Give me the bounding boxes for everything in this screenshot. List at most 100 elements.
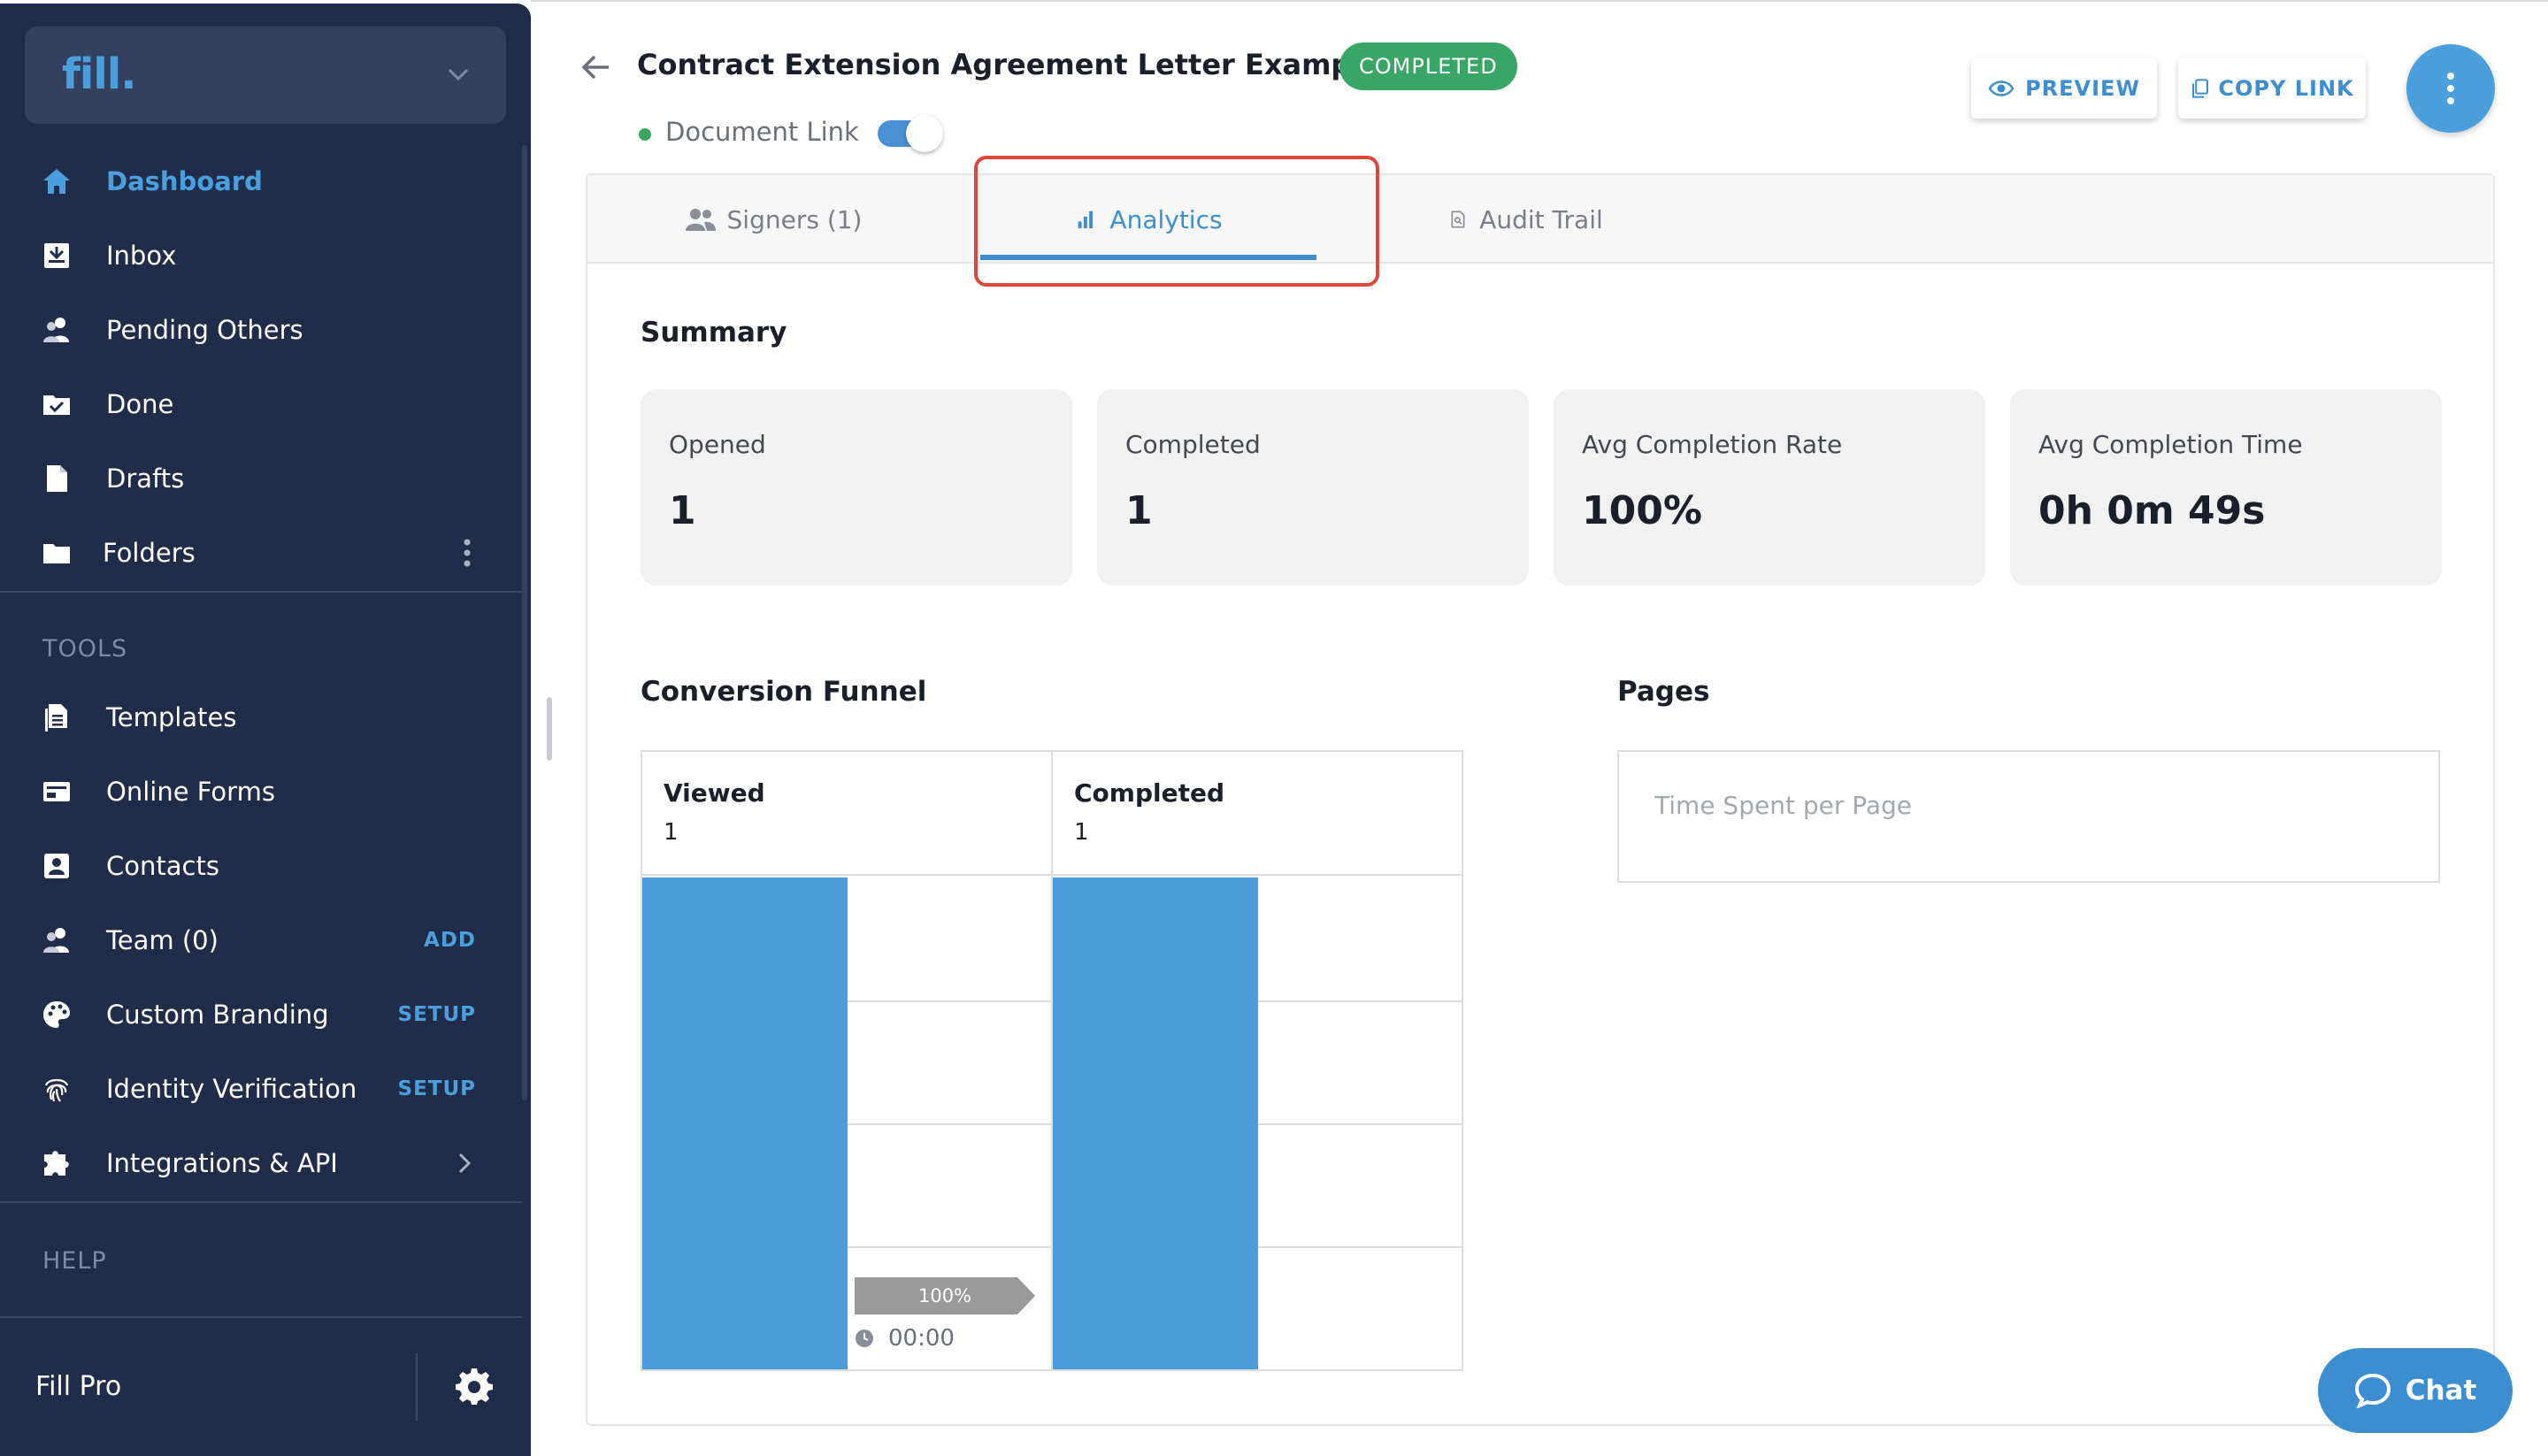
- stat-card-opened: Opened 1: [641, 389, 1072, 586]
- stat-value: 100%: [1582, 488, 1702, 533]
- sidebar-item-label: Pending Others: [106, 315, 303, 345]
- conversion-rate-tag: 100%: [855, 1277, 1035, 1314]
- sidebar-item-label: Dashboard: [106, 166, 263, 196]
- sidebar-item-integrations[interactable]: Integrations & API: [0, 1132, 522, 1194]
- time-per-page-panel: Time Spent per Page: [1617, 750, 2440, 883]
- stat-value: 1: [669, 488, 696, 533]
- sidebar-item-label: Identity Verification: [106, 1074, 357, 1104]
- sidebar-item-label: Drafts: [106, 464, 185, 494]
- sidebar-resize-handle[interactable]: [547, 697, 552, 761]
- form-icon: [43, 782, 70, 801]
- home-icon: [43, 169, 70, 194]
- sidebar-item-templates[interactable]: Templates: [0, 686, 522, 748]
- folder-icon: [43, 544, 70, 563]
- stat-card-avg-completion-rate: Avg Completion Rate 100%: [1554, 389, 1985, 586]
- summary-title: Summary: [641, 317, 787, 349]
- copy-link-label: COPY LINK: [2218, 76, 2354, 101]
- conversion-funnel-chart: Viewed 1 Completed 1: [641, 750, 1463, 1371]
- sidebar-item-label: Custom Branding: [106, 1000, 329, 1030]
- tools-heading: TOOLS: [42, 635, 128, 663]
- top-border: [531, 0, 2548, 2]
- more-vertical-icon: [2447, 73, 2454, 104]
- sidebar-divider: [0, 591, 522, 593]
- stat-label: Avg Completion Time: [2038, 430, 2303, 459]
- chevron-right-icon: [458, 1153, 472, 1174]
- sidebar-item-folders[interactable]: Folders: [0, 522, 522, 584]
- chat-label: Chat: [2405, 1375, 2477, 1406]
- conversion-funnel-title: Conversion Funnel: [641, 676, 927, 708]
- tab-signers[interactable]: Signers (1): [641, 175, 906, 264]
- pages-title: Pages: [1617, 676, 1710, 708]
- plan-name: Fill Pro: [35, 1371, 122, 1402]
- users-icon: [43, 318, 69, 342]
- pages-placeholder: Time Spent per Page: [1654, 791, 1913, 820]
- identity-setup-link[interactable]: SETUP: [398, 1077, 477, 1100]
- sidebar-item-pending-others[interactable]: Pending Others: [0, 299, 522, 361]
- more-actions-button[interactable]: [2406, 44, 2495, 133]
- file-icon: [47, 465, 67, 492]
- sidebar-item-team[interactable]: Team (0) ADD: [0, 909, 522, 971]
- copy-link-button[interactable]: COPY LINK: [2178, 58, 2366, 119]
- funnel-grid-line: [1258, 1000, 1462, 1002]
- workspace-switcher[interactable]: fill.: [25, 27, 506, 124]
- sidebar-divider: [0, 1316, 522, 1318]
- funnel-grid-line: [848, 1123, 1051, 1125]
- stat-card-avg-completion-time: Avg Completion Time 0h 0m 49s: [2010, 389, 2442, 586]
- tab-audit-trail[interactable]: Audit Trail: [1384, 175, 1667, 264]
- audit-icon: [1451, 211, 1465, 228]
- funnel-header: Completed 1: [1053, 752, 1463, 876]
- funnel-grid-line: [1258, 1246, 1462, 1248]
- conversion-rate-label: 100%: [917, 1285, 972, 1307]
- funnel-grid-line: [848, 1246, 1051, 1248]
- clock-icon: [856, 1330, 873, 1347]
- sidebar-divider: [0, 1201, 522, 1203]
- funnel-bar-completed: [1053, 877, 1258, 1369]
- sidebar-item-identity-verification[interactable]: Identity Verification SETUP: [0, 1058, 522, 1120]
- stat-value: 0h 0m 49s: [2038, 488, 2266, 533]
- sidebar-item-label: Team (0): [106, 925, 219, 955]
- sidebar-item-custom-branding[interactable]: Custom Branding SETUP: [0, 984, 522, 1046]
- sidebar-item-online-forms[interactable]: Online Forms: [0, 761, 522, 823]
- footer-divider: [416, 1353, 418, 1421]
- sidebar-item-label: Inbox: [106, 241, 177, 271]
- fingerprint-icon: [44, 1078, 69, 1102]
- funnel-grid-line: [1258, 1123, 1462, 1125]
- sidebar-item-contacts[interactable]: Contacts: [0, 835, 522, 897]
- sidebar-item-inbox[interactable]: Inbox: [0, 225, 522, 287]
- sidebar-item-dashboard[interactable]: Dashboard: [0, 150, 522, 212]
- toggle-knob: [906, 115, 943, 152]
- more-options-icon[interactable]: [462, 537, 472, 569]
- branding-setup-link[interactable]: SETUP: [398, 1003, 477, 1026]
- annotation-highlight: [974, 156, 1379, 287]
- templates-icon: [45, 704, 67, 732]
- puzzle-icon: [44, 1151, 69, 1176]
- palette-icon: [43, 1001, 70, 1028]
- help-heading: HELP: [42, 1247, 107, 1275]
- sidebar-scrollbar[interactable]: [522, 145, 527, 1100]
- preview-button[interactable]: PREVIEW: [1971, 58, 2157, 119]
- funnel-stage-label: Completed: [1074, 778, 1225, 808]
- gear-icon[interactable]: [455, 1366, 494, 1405]
- conversion-time: 00:00: [855, 1325, 955, 1352]
- funnel-header: Viewed 1: [642, 752, 1051, 876]
- sidebar-item-drafts[interactable]: Drafts: [0, 448, 522, 510]
- sidebar-item-done[interactable]: Done: [0, 373, 522, 435]
- chevron-down-icon: [448, 68, 469, 81]
- stat-value: 1: [1125, 488, 1153, 533]
- add-team-link[interactable]: ADD: [424, 929, 476, 952]
- sidebar-item-label: Integrations & API: [106, 1148, 338, 1178]
- tab-label: Signers (1): [726, 204, 863, 234]
- document-link-toggle[interactable]: [878, 115, 943, 152]
- sidebar-item-label: Templates: [106, 702, 237, 732]
- brand-logo: fill.: [62, 50, 136, 99]
- people-icon: [685, 209, 716, 231]
- stat-label: Avg Completion Rate: [1582, 430, 1843, 459]
- sidebar: fill. Dashboard Inbox Pending Others Don…: [0, 4, 531, 1456]
- funnel-grid-line: [848, 1000, 1051, 1002]
- conversion-time-label: 00:00: [888, 1325, 955, 1352]
- chat-button[interactable]: Chat: [2318, 1348, 2513, 1433]
- back-arrow-icon[interactable]: [580, 53, 612, 81]
- sidebar-item-label: Folders: [103, 538, 196, 568]
- sidebar-item-label: Done: [106, 389, 174, 419]
- copy-icon: [2192, 79, 2209, 98]
